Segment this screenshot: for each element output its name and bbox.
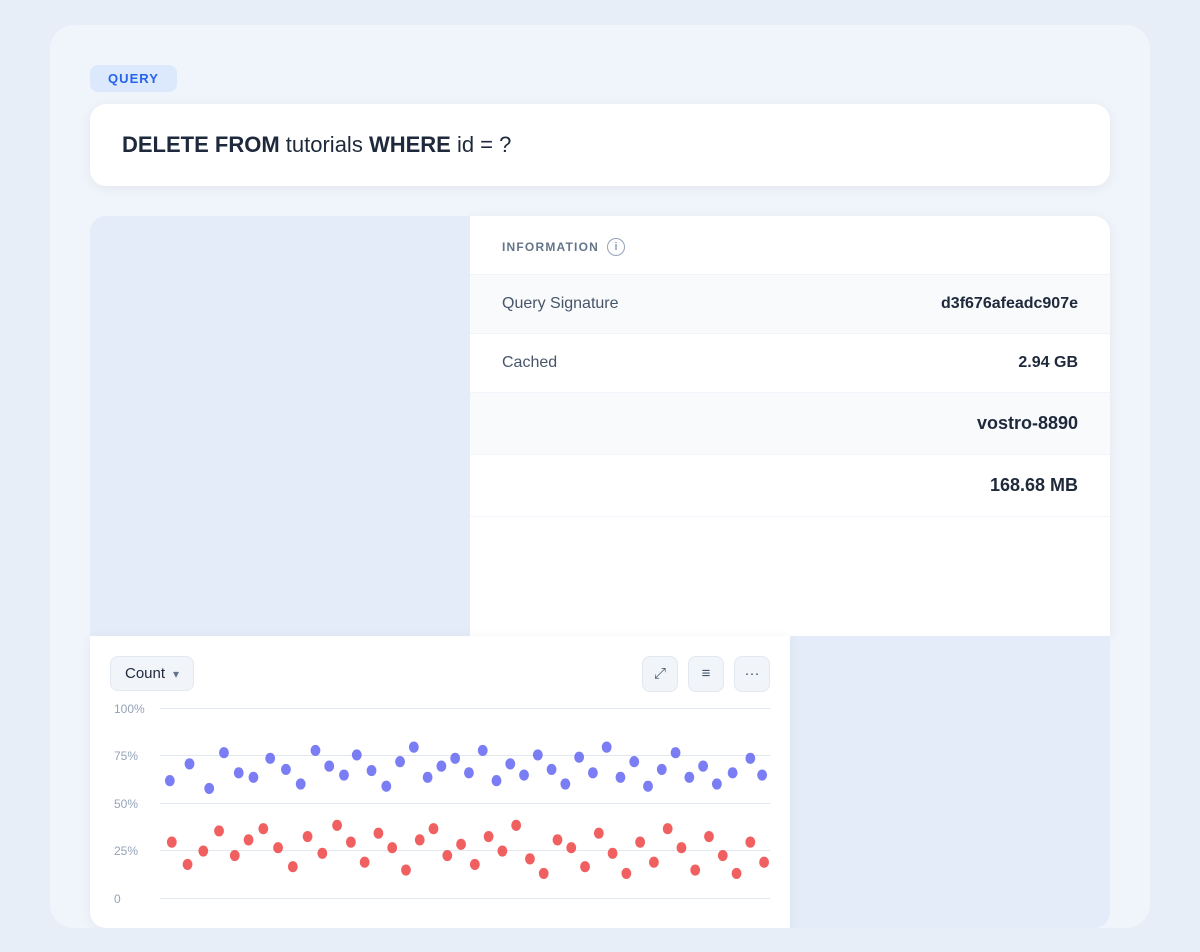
info-row-signature: Query Signature d3f676afeadc907e <box>470 275 1110 334</box>
scatter-chart <box>160 708 770 898</box>
main-row: INFORMATION i Query Signature d3f676afea… <box>90 216 1110 636</box>
size-value: 168.68 MB <box>990 475 1078 496</box>
y-label-100: 100% <box>114 702 145 716</box>
expand-icon: ⤢ <box>654 665 666 682</box>
expand-button[interactable]: ⤢ <box>642 656 678 692</box>
count-dropdown[interactable]: Count ▾ <box>110 656 194 691</box>
info-row-cached: Cached 2.94 GB <box>470 334 1110 393</box>
cached-value: 2.94 GB <box>1018 354 1078 372</box>
filter-button[interactable]: ≡ <box>688 656 724 692</box>
bottom-row: Count ▾ ⤢ ≡ ··· <box>90 636 1110 928</box>
count-label: Count <box>125 665 165 682</box>
y-label-25: 25% <box>114 844 138 858</box>
query-card: DELETE FROM tutorials WHERE id = ? <box>90 104 1110 186</box>
filter-icon: ≡ <box>702 665 711 682</box>
left-panel <box>90 216 470 636</box>
y-label-75: 75% <box>114 749 138 763</box>
query-condition: id = ? <box>451 132 512 157</box>
chevron-down-icon: ▾ <box>173 667 179 681</box>
info-row-size: 168.68 MB <box>470 455 1110 517</box>
info-panel: INFORMATION i Query Signature d3f676afea… <box>470 216 1110 636</box>
query-keyword-where: WHERE <box>369 132 451 157</box>
chart-panel: Count ▾ ⤢ ≡ ··· <box>90 636 790 928</box>
right-bottom-panel <box>790 636 1110 928</box>
grid-line-0: 0 <box>160 898 770 899</box>
info-row-host: vostro-8890 <box>470 393 1110 455</box>
info-icon: i <box>607 238 625 256</box>
info-header: INFORMATION i <box>470 216 1110 275</box>
info-header-label: INFORMATION <box>502 240 599 254</box>
chart-area: 100% 75% 50% 25% 0 <box>110 708 770 928</box>
signature-label: Query Signature <box>502 295 619 313</box>
chart-toolbar: Count ▾ ⤢ ≡ ··· <box>110 656 770 692</box>
y-label-0: 0 <box>114 892 121 906</box>
cached-label: Cached <box>502 354 557 372</box>
more-icon: ··· <box>745 665 760 682</box>
host-value: vostro-8890 <box>977 413 1078 434</box>
query-label: QUERY <box>90 65 177 92</box>
main-card: QUERY DELETE FROM tutorials WHERE id = ?… <box>50 25 1150 928</box>
query-keyword-delete: DELETE FROM <box>122 132 280 157</box>
signature-value: d3f676afeadc907e <box>941 295 1078 313</box>
more-button[interactable]: ··· <box>734 656 770 692</box>
query-table: tutorials <box>280 132 369 157</box>
y-label-50: 50% <box>114 797 138 811</box>
